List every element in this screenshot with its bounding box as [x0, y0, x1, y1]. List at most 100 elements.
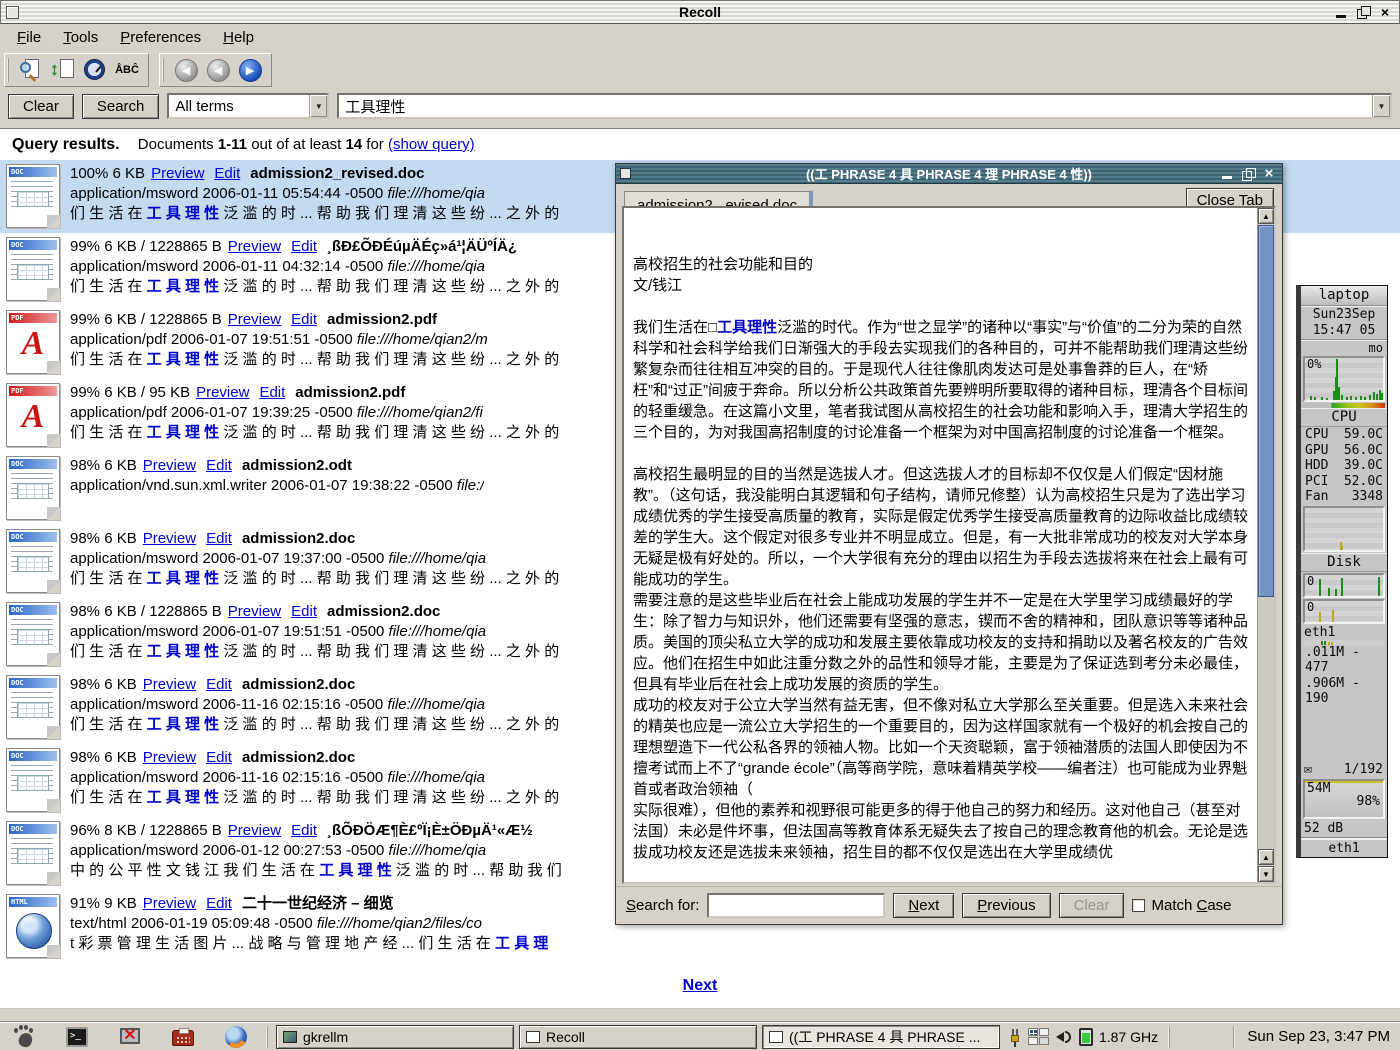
- result-edit-link[interactable]: Edit: [291, 603, 317, 620]
- display-lock-icon[interactable]: ✕: [118, 1025, 142, 1049]
- result-preview-link[interactable]: Preview: [143, 457, 196, 474]
- result-url: file:///home/qian2/files/co: [317, 915, 482, 932]
- result-preview-link[interactable]: Preview: [228, 603, 281, 620]
- sort-parameters-button[interactable]: ↕: [48, 56, 78, 84]
- close-icon[interactable]: ×: [1261, 166, 1277, 182]
- result-edit-link[interactable]: Edit: [206, 749, 232, 766]
- result-edit-link[interactable]: Edit: [291, 311, 317, 328]
- result-preview-link[interactable]: Preview: [196, 384, 249, 401]
- result-preview-link[interactable]: Preview: [228, 311, 281, 328]
- scroll-up-icon[interactable]: ▲: [1258, 208, 1274, 224]
- sort-parameters-icon: ↕: [50, 57, 76, 83]
- result-snippet: 们 生 活 在 工 具 理 性 泛 滥 的 时 ... 帮 助 我 们 理 清 …: [70, 788, 559, 808]
- preview-text-area[interactable]: 高校招生的社会功能和目的文/钱江我们生活在□工具理性泛滥的时代。作为“世之显学”…: [622, 206, 1276, 884]
- chevron-down-icon[interactable]: ▼: [309, 95, 327, 117]
- taskbar-window--phrase-4-phrase-[interactable]: ((工 PHRASE 4 具 PHRASE ...: [762, 1025, 1000, 1049]
- menu-preferences[interactable]: Preferences: [111, 26, 210, 49]
- launcher-icons: >_ ✕: [0, 1025, 262, 1049]
- toolbar-grip[interactable]: [7, 58, 11, 82]
- result-title: admission2.doc: [327, 603, 440, 620]
- scroll-down-icon[interactable]: ▼: [1258, 866, 1274, 882]
- result-snippet: 们 生 活 在 工 具 理 性 泛 滥 的 时 ... 帮 助 我 们 理 清 …: [70, 715, 559, 735]
- typewriter-icon[interactable]: [171, 1025, 195, 1049]
- result-edit-link[interactable]: Edit: [259, 384, 285, 401]
- terminal-icon[interactable]: >_: [65, 1025, 89, 1049]
- result-edit-link[interactable]: Edit: [291, 238, 317, 255]
- preview-title-bar[interactable]: ((工 PHRASE 4 具 PHRASE 4 理 PHRASE 4 性)) ×: [616, 164, 1282, 184]
- find-next-button[interactable]: Next: [893, 893, 954, 918]
- power-plug-icon[interactable]: [1008, 1027, 1022, 1047]
- result-preview-link[interactable]: Preview: [228, 822, 281, 839]
- chevron-down-icon[interactable]: ▼: [1372, 95, 1390, 117]
- match-case-checkbox[interactable]: [1132, 899, 1145, 912]
- result-edit-link[interactable]: Edit: [206, 895, 232, 912]
- maximize-icon[interactable]: [1240, 166, 1256, 182]
- result-preview-link[interactable]: Preview: [143, 895, 196, 912]
- result-preview-link[interactable]: Preview: [143, 530, 196, 547]
- minimize-icon[interactable]: [1333, 4, 1349, 20]
- next-page-link[interactable]: Next: [683, 977, 718, 994]
- taskbar-window-recoll[interactable]: Recoll: [519, 1025, 757, 1049]
- gk-disk-chart-1: 0: [1303, 573, 1385, 598]
- maximize-icon[interactable]: [1355, 4, 1371, 20]
- gk-temp-row: GPU56.0C: [1301, 443, 1387, 459]
- result-meta-line: application/msword 2006-01-12 00:27:53 -…: [70, 841, 562, 861]
- preview-scrollbar[interactable]: ▲ ▲ ▼: [1257, 208, 1274, 882]
- clear-button[interactable]: Clear: [8, 94, 74, 119]
- term-explorer-button[interactable]: ÅBĈ: [112, 56, 142, 84]
- result-edit-link[interactable]: Edit: [291, 822, 317, 839]
- result-preview-link[interactable]: Preview: [143, 749, 196, 766]
- result-meta-line: application/msword 2006-11-16 02:15:16 -…: [70, 695, 559, 715]
- workspace-pager[interactable]: [1028, 1028, 1049, 1045]
- advanced-search-button[interactable]: [16, 56, 46, 84]
- search-mode-select[interactable]: All terms ▼: [167, 93, 329, 119]
- preview-find-bar: Search for: Next Previous Clear Match Ca…: [616, 886, 1282, 924]
- preview-paragraph: 高校招生最明显的目的当然是选拔人才。但这选拔人才的目标却不仅仅是人们假定“因材施…: [633, 464, 1250, 590]
- cpu-frequency-icon[interactable]: [1079, 1028, 1093, 1046]
- search-button[interactable]: Search: [82, 94, 160, 119]
- result-edit-link[interactable]: Edit: [206, 457, 232, 474]
- term-explorer-icon: ÅBĈ: [115, 64, 139, 76]
- taskbar-clock[interactable]: Sun Sep 23, 3:47 PM: [1233, 1026, 1400, 1048]
- show-query-link[interactable]: (show query): [388, 136, 475, 153]
- next-page-button[interactable]: ▶: [235, 56, 265, 84]
- result-text: 98% 6 KBPreviewEditadmission2.odtapplica…: [70, 456, 484, 496]
- gkrellm-monitor[interactable]: laptop Sun23Sep 15:47 05 mo 0% CPU CPU59…: [1296, 285, 1388, 858]
- scroll-up-icon[interactable]: ▲: [1258, 849, 1274, 865]
- taskbar-window-gkrellm[interactable]: gkrellm: [276, 1025, 514, 1049]
- recoll-title-bar[interactable]: Recoll ×: [0, 0, 1400, 24]
- previous-page-button[interactable]: ◀: [203, 56, 233, 84]
- taskbar-handle[interactable]: [266, 1026, 272, 1048]
- result-title: 二十一世纪经济 – 细览: [242, 895, 394, 912]
- close-icon[interactable]: ×: [1377, 4, 1393, 20]
- first-page-button[interactable]: ◀: [171, 56, 201, 84]
- previous-page-icon: ◀: [207, 59, 230, 82]
- firefox-icon[interactable]: [224, 1025, 248, 1049]
- gk-footer-label: eth1: [1301, 839, 1387, 857]
- taskbar-handle[interactable]: [1168, 1026, 1174, 1048]
- volume-icon[interactable]: [1055, 1028, 1073, 1046]
- scrollbar-thumb[interactable]: [1258, 225, 1274, 597]
- result-edit-link[interactable]: Edit: [206, 530, 232, 547]
- menu-tools[interactable]: Tools: [54, 26, 107, 49]
- doc-file-icon: DOC: [6, 237, 60, 301]
- gk-disk-section-label: Disk: [1301, 553, 1387, 572]
- menu-file[interactable]: File: [8, 26, 50, 49]
- result-preview-link[interactable]: Preview: [151, 165, 204, 182]
- result-preview-link[interactable]: Preview: [143, 676, 196, 693]
- result-edit-link[interactable]: Edit: [214, 165, 240, 182]
- result-preview-link[interactable]: Preview: [228, 238, 281, 255]
- find-input[interactable]: [707, 893, 885, 918]
- find-clear-button[interactable]: Clear: [1059, 893, 1125, 918]
- result-edit-link[interactable]: Edit: [206, 676, 232, 693]
- document-history-button[interactable]: [80, 56, 110, 84]
- result-relevance-size: 98% 6 KB: [70, 749, 137, 766]
- find-previous-button[interactable]: Previous: [962, 893, 1050, 918]
- result-relevance-size: 99% 6 KB / 95 KB: [70, 384, 190, 401]
- menu-help[interactable]: Help: [214, 26, 263, 49]
- toolbar-grip[interactable]: [162, 58, 166, 82]
- query-input[interactable]: 工具理性 ▼: [337, 93, 1392, 119]
- result-snippet: 们 生 活 在 工 具 理 性 泛 滥 的 时 ... 帮 助 我 们 理 清 …: [70, 569, 559, 589]
- gnome-menu-icon[interactable]: [12, 1025, 36, 1049]
- minimize-icon[interactable]: [1219, 166, 1235, 182]
